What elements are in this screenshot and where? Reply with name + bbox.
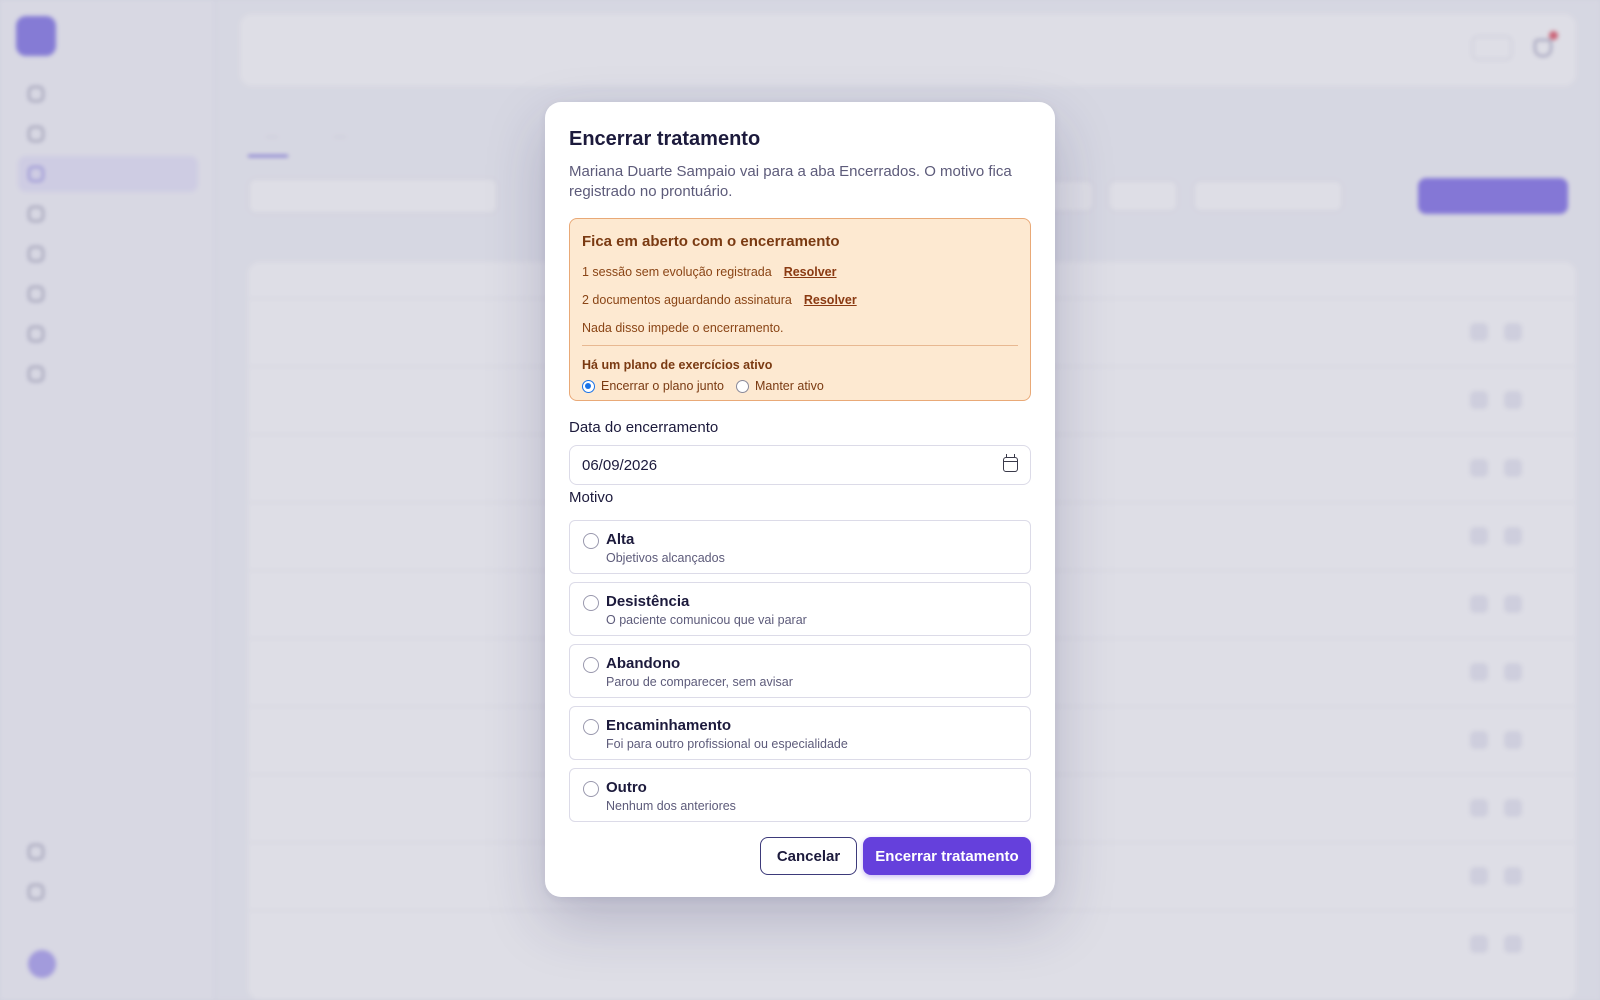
- resolve-link[interactable]: Resolver: [784, 265, 837, 279]
- pending-items-warning: Fica em aberto com o encerramento 1 sess…: [569, 218, 1031, 401]
- radio-unselected[interactable]: [583, 657, 599, 673]
- reason-option-outro[interactable]: Outro Nenhum dos anteriores: [569, 768, 1031, 822]
- reason-subtitle: Objetivos alcançados: [606, 551, 725, 565]
- reason-subtitle: O paciente comunicou que vai parar: [606, 613, 807, 627]
- warning-note: Nada disso impede o encerramento.: [582, 321, 784, 335]
- end-treatment-dialog: Encerrar tratamento Mariana Duarte Sampa…: [545, 102, 1055, 897]
- warning-item: 2 documentos aguardando assinatura Resolv…: [582, 293, 857, 307]
- date-label: Data do encerramento: [569, 419, 719, 436]
- reason-option-abandono[interactable]: Abandono Parou de comparecer, sem avisar: [569, 644, 1031, 698]
- reason-label: Motivo: [569, 489, 614, 506]
- reason-title: Alta: [606, 531, 635, 548]
- radio-unselected[interactable]: [736, 379, 749, 393]
- calendar-icon[interactable]: [1003, 454, 1018, 472]
- reason-option-alta[interactable]: Alta Objetivos alcançados: [569, 520, 1031, 574]
- plan-option-keep-active[interactable]: Manter ativo: [736, 379, 824, 393]
- plan-option-label: Encerrar o plano junto: [601, 379, 724, 393]
- cancel-button[interactable]: Cancelar: [760, 837, 857, 875]
- warning-item: 1 sessão sem evolução registrada Resolver: [582, 265, 837, 279]
- radio-unselected[interactable]: [583, 595, 599, 611]
- plan-option-label: Manter ativo: [755, 379, 824, 393]
- radio-unselected[interactable]: [583, 781, 599, 797]
- reason-subtitle: Nenhum dos anteriores: [606, 799, 736, 813]
- end-date-field[interactable]: 06/09/2026: [569, 445, 1031, 485]
- reason-title: Abandono: [606, 655, 681, 672]
- exercise-plan-options: Encerrar o plano junto Manter ativo: [582, 379, 824, 393]
- reason-title: Outro: [606, 779, 647, 796]
- warning-item-text: 2 documentos aguardando assinatura: [582, 293, 792, 307]
- plan-option-end-together[interactable]: Encerrar o plano junto: [582, 379, 724, 393]
- dialog-title: Encerrar tratamento: [569, 128, 761, 150]
- resolve-link[interactable]: Resolver: [804, 293, 857, 307]
- reason-option-desistencia[interactable]: Desistência O paciente comunicou que vai…: [569, 582, 1031, 636]
- exercise-plan-title: Há um plano de exercícios ativo: [582, 358, 773, 372]
- reason-title: Encaminhamento: [606, 717, 732, 734]
- reason-subtitle: Foi para outro profissional ou especiali…: [606, 737, 848, 751]
- warning-item-text: 1 sessão sem evolução registrada: [582, 265, 772, 279]
- reason-option-encaminhamento[interactable]: Encaminhamento Foi para outro profission…: [569, 706, 1031, 760]
- warning-title: Fica em aberto com o encerramento: [582, 233, 840, 250]
- dialog-description: Mariana Duarte Sampaio vai para a aba En…: [569, 163, 1012, 200]
- radio-unselected[interactable]: [583, 719, 599, 735]
- reason-title: Desistência: [606, 593, 690, 610]
- radio-unselected[interactable]: [583, 533, 599, 549]
- reason-subtitle: Parou de comparecer, sem avisar: [606, 675, 793, 689]
- radio-selected[interactable]: [582, 379, 595, 393]
- end-treatment-button[interactable]: Encerrar tratamento: [863, 837, 1031, 875]
- divider: [582, 345, 1018, 346]
- date-value: 06/09/2026: [582, 456, 658, 474]
